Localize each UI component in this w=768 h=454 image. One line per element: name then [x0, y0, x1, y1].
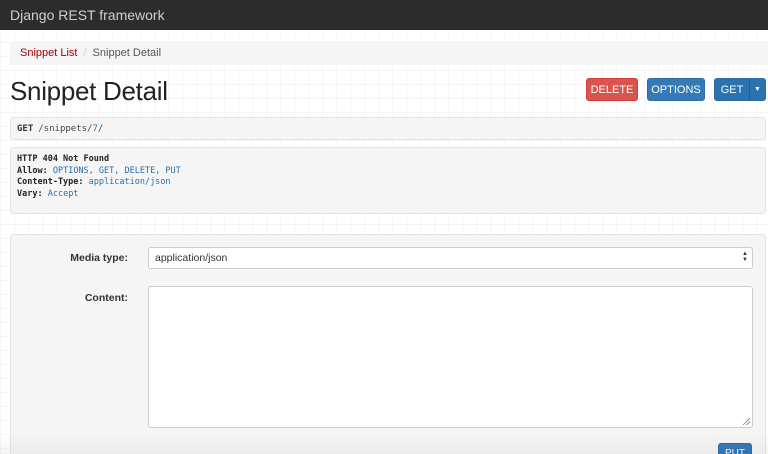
caret-down-icon: ▼: [754, 86, 761, 93]
select-arrows-icon: ▲ ▼: [742, 251, 748, 263]
delete-button[interactable]: DELETE: [586, 78, 638, 101]
page-title: Snippet Detail: [10, 76, 168, 106]
brand-logo[interactable]: Django REST framework: [10, 7, 165, 23]
response-info: HTTP 404 Not Found Allow: OPTIONS, GET, …: [10, 147, 766, 214]
header-name: Allow:: [17, 165, 48, 176]
options-button[interactable]: OPTIONS: [647, 78, 705, 101]
media-type-value: application/json: [155, 252, 228, 264]
content-textarea[interactable]: [148, 286, 753, 428]
media-type-label: Media type:: [70, 252, 128, 264]
request-path-prefix: /snippets/: [38, 123, 93, 134]
breadcrumb-link-snippet-list[interactable]: Snippet List: [20, 47, 77, 59]
resize-handle-icon[interactable]: [743, 418, 750, 425]
breadcrumb-separator: /: [83, 47, 87, 59]
navbar: Django REST framework: [0, 0, 768, 30]
header-name: Content-Type:: [17, 177, 84, 187]
get-button[interactable]: GET: [714, 78, 750, 101]
header-value: application/json: [88, 177, 171, 187]
breadcrumb-current: Snippet Detail: [92, 47, 162, 59]
request-method: GET: [17, 123, 34, 134]
media-type-select[interactable]: application/json ▲ ▼: [148, 247, 753, 269]
header-value: OPTIONS, GET, DELETE, PUT: [52, 165, 181, 176]
put-button[interactable]: PUT: [718, 443, 752, 454]
request-path-suffix: /: [97, 123, 104, 134]
breadcrumb: Snippet List / Snippet Detail: [10, 41, 768, 65]
header-name: Vary:: [17, 188, 43, 199]
request-info: GET /snippets/7/: [10, 117, 766, 140]
response-status: HTTP 404 Not Found: [17, 154, 110, 164]
content-label: Content:: [84, 292, 128, 304]
header-value: Accept: [47, 188, 79, 199]
get-dropdown-toggle[interactable]: ▼: [749, 78, 766, 101]
